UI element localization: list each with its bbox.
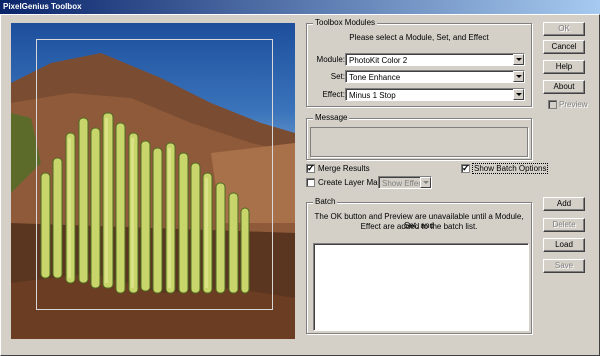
crop-frame[interactable] [36,39,273,310]
about-button[interactable]: About [543,80,585,94]
chevron-down-icon[interactable] [420,177,431,188]
module-label: Module: [316,55,345,64]
module-select-value: PhotoKit Color 2 [349,56,408,65]
preview-image [11,23,295,339]
window-title: PixelGenius Toolbox [3,2,82,11]
chevron-down-icon[interactable] [513,54,524,65]
chevron-down-icon[interactable] [513,71,524,82]
toolbox-modules-label: Toolbox Modules [313,18,378,27]
merge-results-label[interactable]: Merge Results [318,164,370,173]
show-effect-value: Show Effect [382,179,425,188]
cancel-button[interactable]: Cancel [543,40,585,54]
set-select-value: Tone Enhance [349,73,401,82]
set-label: Set: [330,72,345,81]
preview-label[interactable]: Preview [559,100,587,109]
instruction-text: Please select a Module, Set, and Effect [349,33,489,42]
module-select[interactable]: PhotoKit Color 2 [345,53,525,66]
message-label: Message [313,113,350,122]
message-area [310,127,528,157]
create-layer-mask-checkbox[interactable] [306,178,315,187]
load-button[interactable]: Load [543,238,585,252]
show-effect-select[interactable]: Show Effect [378,176,432,189]
title-bar[interactable]: PixelGenius Toolbox [0,0,600,14]
help-button[interactable]: Help [543,60,585,74]
preview-checkbox[interactable] [548,100,557,109]
batch-info-line2: Effect are added to the batch list. [360,222,478,231]
batch-group: Batch The OK button and Preview are unav… [306,197,532,334]
message-group: Message [306,113,532,160]
batch-list[interactable] [313,243,529,331]
delete-button[interactable]: Delete [543,218,585,232]
show-batch-options-checkbox[interactable] [461,162,470,174]
ok-button[interactable]: OK [543,22,585,36]
effect-label: Effect: [322,90,345,99]
add-button[interactable]: Add [543,197,585,211]
effect-select[interactable]: Minus 1 Stop [345,88,525,101]
show-batch-options-label[interactable]: Show Batch Options [472,163,549,174]
set-select[interactable]: Tone Enhance [345,70,525,83]
merge-results-checkbox[interactable] [306,162,315,174]
chevron-down-icon[interactable] [513,89,524,100]
batch-label: Batch [313,197,338,206]
toolbox-modules-group: Toolbox Modules Please select a Module, … [306,18,532,107]
save-button[interactable]: Save [543,259,585,273]
effect-select-value: Minus 1 Stop [349,91,396,100]
